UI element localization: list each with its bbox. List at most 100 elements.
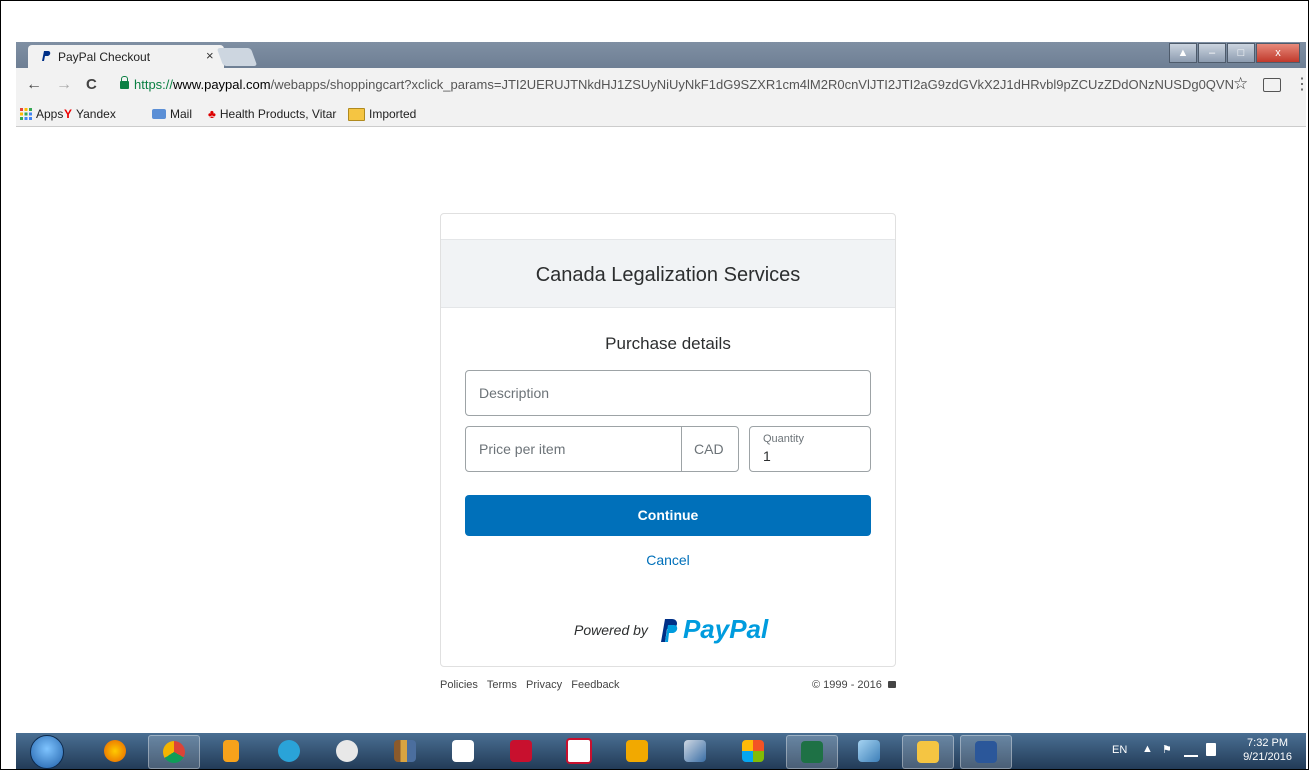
windows-icon bbox=[742, 740, 764, 762]
taskbar-acrobat-reader[interactable] bbox=[554, 735, 604, 767]
clock-date: 9/21/2016 bbox=[1243, 751, 1292, 763]
merchant-header: Canada Legalization Services bbox=[441, 239, 895, 308]
address-bar: ← → C https://www.paypal.com/webapps/sho… bbox=[16, 68, 1309, 102]
taskbar-apps-grid[interactable] bbox=[438, 735, 488, 767]
back-icon[interactable]: ← bbox=[26, 76, 42, 94]
taskbar-chrome[interactable] bbox=[148, 735, 200, 769]
maple-leaf-icon: ♣ bbox=[208, 107, 216, 121]
action-center-flag-icon[interactable]: ⚑ bbox=[1162, 743, 1172, 756]
analytics-icon bbox=[278, 740, 300, 762]
apps-grid-icon bbox=[20, 108, 32, 120]
folder-icon bbox=[917, 741, 939, 763]
warning-icon bbox=[336, 740, 358, 762]
system-clock[interactable]: 7:32 PM 9/21/2016 bbox=[1243, 736, 1292, 764]
lock-icon bbox=[120, 76, 129, 89]
start-button[interactable] bbox=[30, 735, 64, 769]
currency-divider bbox=[681, 427, 682, 471]
window-controls: ▲ – □ x bbox=[1168, 43, 1300, 63]
price-field[interactable]: Price per item CAD bbox=[465, 426, 739, 472]
url-field[interactable]: https://www.paypal.com/webapps/shoppingc… bbox=[134, 77, 1234, 92]
power-icon[interactable] bbox=[1206, 743, 1216, 756]
bookmark-star-icon[interactable]: ☆ bbox=[1233, 74, 1248, 94]
taskbar-word[interactable] bbox=[960, 735, 1012, 769]
bookmark-mail[interactable]: Mail bbox=[152, 107, 192, 121]
taskbar-excel[interactable] bbox=[786, 735, 838, 769]
reload-icon[interactable]: C bbox=[86, 76, 97, 93]
powered-by-text: Powered by bbox=[574, 621, 648, 638]
cast-icon[interactable] bbox=[1263, 78, 1281, 92]
eraser-icon bbox=[858, 740, 880, 762]
windows-taskbar: EN ▲ ⚑ 7:32 PM 9/21/2016 bbox=[16, 733, 1306, 769]
bookmark-label: Imported bbox=[369, 107, 417, 121]
footer-link-policies[interactable]: Policies bbox=[440, 679, 478, 691]
url-host: www.paypal.com bbox=[173, 77, 271, 92]
quantity-value: 1 bbox=[763, 448, 771, 464]
tray-language[interactable]: EN bbox=[1112, 744, 1127, 756]
maximize-button[interactable]: □ bbox=[1227, 43, 1255, 63]
footer-link-terms[interactable]: Terms bbox=[487, 679, 517, 691]
bookmark-imported[interactable]: Imported bbox=[348, 107, 416, 121]
tab-close-icon[interactable]: × bbox=[206, 48, 214, 63]
forward-icon[interactable]: → bbox=[56, 76, 72, 94]
description-placeholder: Description bbox=[479, 385, 550, 401]
notebook-icon bbox=[223, 740, 239, 762]
checkout-card: Canada Legalization Services Purchase de… bbox=[440, 213, 896, 667]
chrome-icon bbox=[163, 741, 185, 763]
tray-show-hidden-icon[interactable]: ▲ bbox=[1142, 743, 1153, 755]
taskbar-acrobat[interactable] bbox=[496, 735, 546, 767]
help-button[interactable]: ▲ bbox=[1169, 43, 1197, 63]
excel-icon bbox=[801, 741, 823, 763]
tab-paypal-checkout[interactable]: PayPal Checkout × bbox=[28, 45, 224, 68]
price-placeholder: Price per item bbox=[479, 441, 566, 457]
browser-window: PayPal Checkout × ▲ – □ x ← → C https://… bbox=[16, 42, 1309, 127]
currency-label: CAD bbox=[694, 441, 724, 457]
paypal-wordmark: PayPal bbox=[683, 614, 768, 645]
description-field[interactable]: Description bbox=[465, 370, 871, 416]
firefox-icon bbox=[104, 740, 126, 762]
cancel-link[interactable]: Cancel bbox=[441, 552, 895, 568]
taskbar-windows[interactable] bbox=[728, 735, 778, 767]
taskbar-pen[interactable] bbox=[670, 735, 720, 767]
continue-button[interactable]: Continue bbox=[465, 495, 871, 536]
paypal-logo-icon bbox=[660, 618, 678, 642]
acrobat-reader-icon bbox=[566, 738, 592, 764]
new-tab-button[interactable] bbox=[216, 48, 258, 66]
acrobat-icon bbox=[510, 740, 532, 762]
pen-icon bbox=[684, 740, 706, 762]
menu-icon[interactable]: ⋮ bbox=[1294, 74, 1309, 94]
yandex-icon: Y bbox=[64, 107, 73, 121]
merchant-name: Canada Legalization Services bbox=[535, 264, 801, 286]
taskbar-warning[interactable] bbox=[322, 735, 372, 767]
taskbar-notebook[interactable] bbox=[206, 735, 256, 767]
quantity-label: Quantity bbox=[763, 433, 804, 445]
taskbar-analytics[interactable] bbox=[264, 735, 314, 767]
bookmark-health-products[interactable]: ♣ Health Products, Vitar bbox=[208, 107, 336, 121]
apps-grid-icon bbox=[452, 740, 474, 762]
network-icon[interactable] bbox=[1184, 745, 1198, 757]
footer-link-feedback[interactable]: Feedback bbox=[571, 679, 619, 691]
quantity-field[interactable]: Quantity 1 bbox=[749, 426, 871, 472]
mail-icon bbox=[152, 109, 166, 119]
taskbar-explorer[interactable] bbox=[902, 735, 954, 769]
taskbar-outlook[interactable] bbox=[612, 735, 662, 767]
tab-title: PayPal Checkout bbox=[58, 50, 151, 64]
footer-link-privacy[interactable]: Privacy bbox=[526, 679, 562, 691]
taskbar-firefox[interactable] bbox=[90, 735, 140, 767]
close-button[interactable]: x bbox=[1256, 43, 1300, 63]
folder-icon bbox=[348, 107, 365, 121]
bookmark-label: Health Products, Vitar bbox=[219, 107, 337, 121]
taskbar-library[interactable] bbox=[380, 735, 430, 767]
word-icon bbox=[975, 741, 997, 763]
bookmark-yandex[interactable]: Y Yandex bbox=[64, 107, 116, 121]
taskbar-eraser[interactable] bbox=[844, 735, 894, 767]
paypal-favicon-icon bbox=[42, 51, 51, 61]
tab-strip: PayPal Checkout × ▲ – □ x bbox=[16, 42, 1306, 68]
url-path: /webapps/shoppingcart?xclick_params=JTI2… bbox=[270, 77, 1234, 92]
purchase-details-heading: Purchase details bbox=[605, 334, 731, 353]
lock-icon bbox=[887, 681, 896, 688]
copyright-text: © 1999 - 2016 bbox=[812, 679, 882, 691]
bookmark-apps[interactable]: Apps bbox=[20, 107, 63, 121]
bookmark-label: Mail bbox=[170, 107, 193, 121]
url-scheme: https:// bbox=[134, 77, 174, 92]
minimize-button[interactable]: – bbox=[1198, 43, 1226, 63]
